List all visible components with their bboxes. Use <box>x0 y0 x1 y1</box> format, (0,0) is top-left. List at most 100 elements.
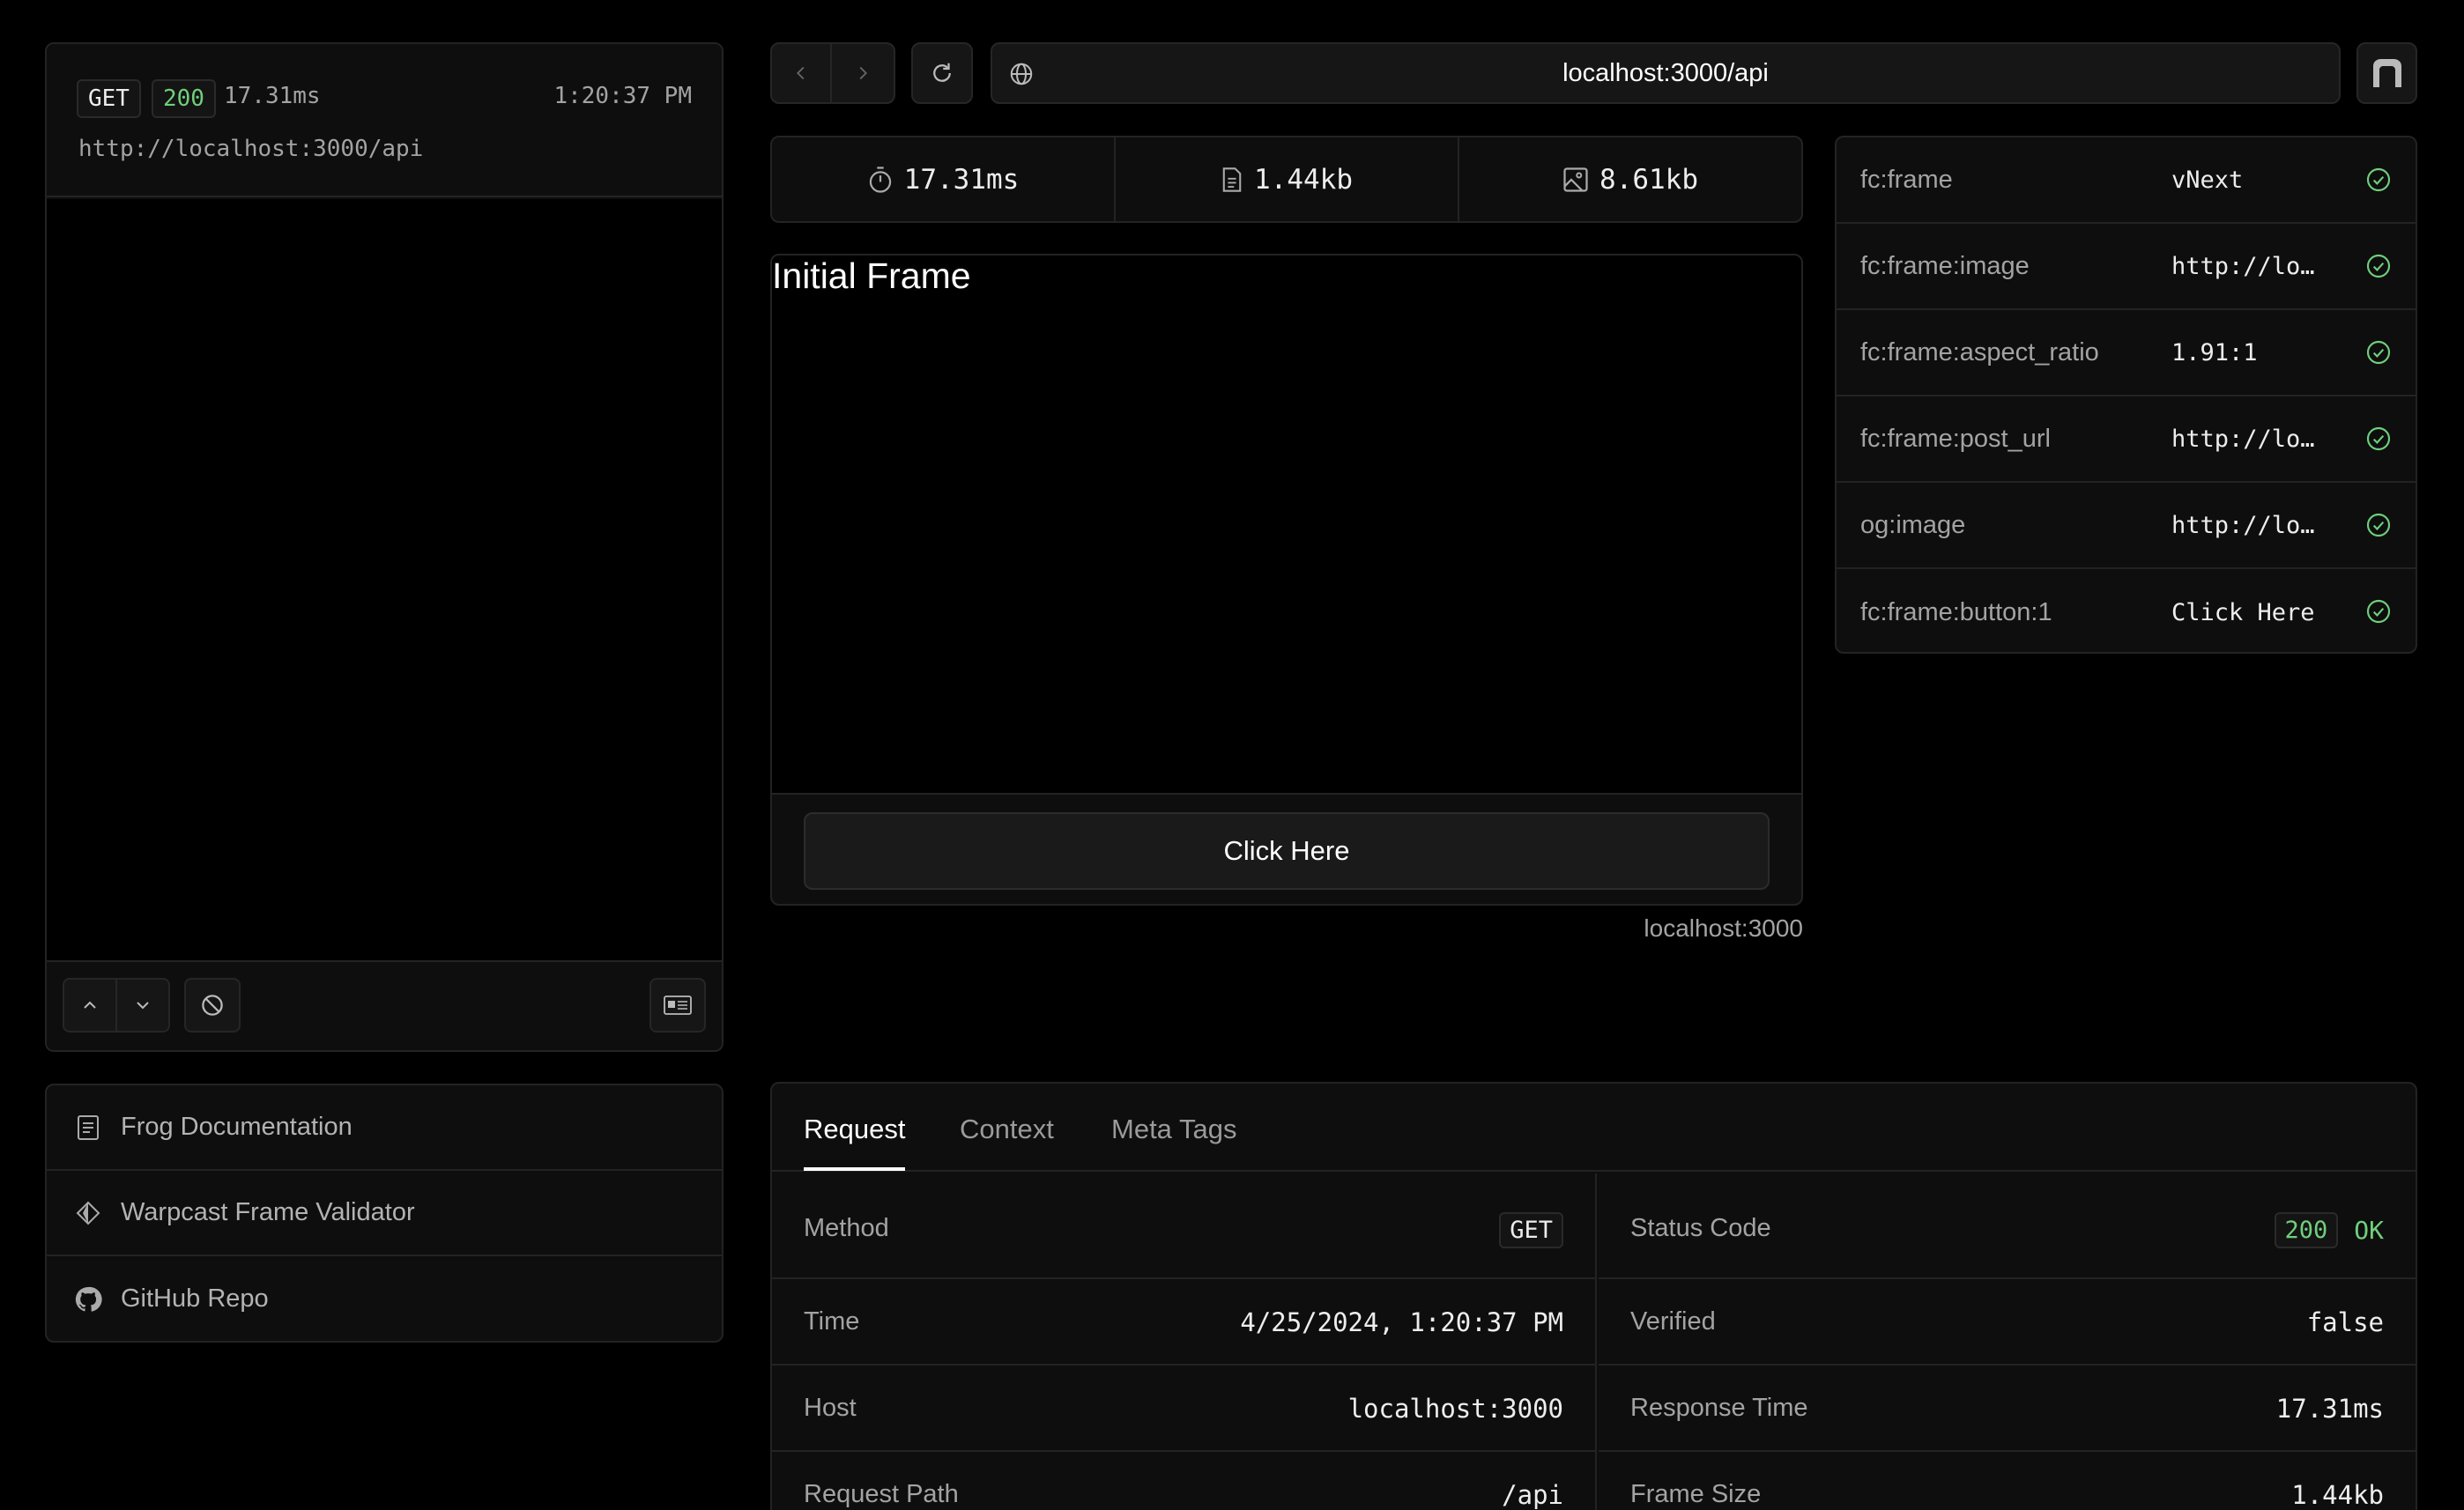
status-badge: 200 <box>152 79 216 118</box>
detail-row-method: Method GET <box>772 1173 1595 1279</box>
details-tab-bar: Request Context Meta Tags <box>772 1084 2416 1172</box>
globe-icon <box>1010 63 1033 85</box>
meta-tags-panel: fc:frame vNext fc:frame:image http://lo…… <box>1835 136 2417 654</box>
detail-label: Status Code <box>1630 1214 1771 1242</box>
frame-image-title: Initial Frame <box>772 255 971 296</box>
tab-meta-tags[interactable]: Meta Tags <box>1111 1114 1236 1145</box>
link-label: GitHub Repo <box>121 1284 269 1313</box>
log-entry[interactable]: GET 200 17.31ms 1:20:37 PM http://localh… <box>47 44 722 197</box>
timestamp-text: 1:20:37 PM <box>553 83 692 109</box>
meta-tag-row: fc:frame vNext <box>1837 137 2416 224</box>
detail-label: Verified <box>1630 1307 1716 1336</box>
image-icon <box>1563 167 1588 192</box>
meta-tag-key: fc:frame:button:1 <box>1860 597 2052 626</box>
tab-request[interactable]: Request <box>804 1114 906 1171</box>
stopwatch-icon <box>869 166 891 193</box>
status-text: OK <box>2354 1216 2384 1245</box>
frame-preview: Initial Frame Click Here <box>770 254 1803 906</box>
toggle-console-button[interactable] <box>649 978 706 1033</box>
response-time-stat: 17.31ms <box>772 137 1116 221</box>
meta-tag-key: fc:frame:image <box>1860 251 2030 280</box>
meta-tag-value: http://lo… <box>2171 511 2315 539</box>
warpcast-icon <box>73 1198 103 1228</box>
clear-logs-button[interactable] <box>184 978 241 1033</box>
meta-tag-value: 1.91:1 <box>2171 338 2258 366</box>
previous-log-button[interactable] <box>63 978 117 1033</box>
check-circle-icon <box>2366 340 2391 365</box>
link-warpcast-validator[interactable]: Warpcast Frame Validator <box>47 1171 722 1256</box>
link-frog-documentation[interactable]: Frog Documentation <box>47 1085 722 1171</box>
meta-tag-row: fc:frame:aspect_ratio 1.91:1 <box>1837 310 2416 396</box>
document-icon <box>73 1113 103 1143</box>
html-size-stat: 1.44kb <box>1116 137 1459 221</box>
meta-tag-key: fc:frame:aspect_ratio <box>1860 337 2099 366</box>
detail-value: 4/25/2024, 1:20:37 PM <box>1240 1307 1563 1337</box>
chevron-left-icon <box>797 66 805 80</box>
method-badge: GET <box>1499 1212 1563 1248</box>
refresh-icon <box>933 63 951 82</box>
check-circle-icon <box>2366 167 2391 192</box>
meta-tag-value: Click Here <box>2171 598 2315 626</box>
meta-tag-row: fc:frame:image http://lo… <box>1837 224 2416 310</box>
link-label: Warpcast Frame Validator <box>121 1198 415 1226</box>
detail-label: Host <box>804 1394 857 1422</box>
method-badge: GET <box>77 79 141 118</box>
detail-value: /api <box>1502 1480 1563 1510</box>
duration-text: 17.31ms <box>224 83 321 109</box>
detail-value: 17.31ms <box>2275 1394 2384 1424</box>
detail-label: Method <box>804 1214 889 1242</box>
address-bar[interactable]: localhost:3000/api <box>991 42 2341 104</box>
github-icon <box>73 1284 103 1314</box>
frame-image: Initial Frame <box>772 255 1801 795</box>
chevron-right-icon <box>859 66 867 80</box>
detail-row-request-path: Request Path /api <box>772 1452 1595 1510</box>
status-badge: 200 <box>2274 1212 2339 1248</box>
request-details-left: Method GET Time 4/25/2024, 1:20:37 PM Ho… <box>772 1173 1597 1510</box>
meta-tag-row: fc:frame:post_url http://lo… <box>1837 396 2416 483</box>
clear-icon <box>202 995 223 1016</box>
address-url: localhost:3000/api <box>1562 58 1769 87</box>
frame-host: localhost:3000 <box>1644 914 1803 942</box>
link-label: Frog Documentation <box>121 1113 353 1141</box>
link-github-repo[interactable]: GitHub Repo <box>47 1256 722 1341</box>
detail-row-host: Host localhost:3000 <box>772 1366 1595 1452</box>
meta-tag-value: http://lo… <box>2171 252 2315 280</box>
request-url: http://localhost:3000/api <box>78 136 424 162</box>
frog-logo-button[interactable] <box>2356 42 2417 104</box>
back-button[interactable] <box>770 42 832 104</box>
check-circle-icon <box>2366 513 2391 537</box>
forward-button[interactable] <box>830 42 895 104</box>
check-circle-icon <box>2366 254 2391 278</box>
chevron-down-icon <box>137 1002 149 1010</box>
detail-label: Frame Size <box>1630 1480 1762 1508</box>
meta-tag-key: fc:frame <box>1860 165 1953 194</box>
meta-tag-key: fc:frame:post_url <box>1860 424 2051 453</box>
meta-tag-value: vNext <box>2171 166 2244 194</box>
chevron-up-icon <box>84 1001 96 1009</box>
image-size-stat: 8.61kb <box>1459 137 1801 221</box>
status-value: 200 OK <box>2274 1212 2384 1248</box>
frame-stats-bar: 17.31ms 1.44kb 8.61kb <box>770 136 1803 223</box>
reload-button[interactable] <box>911 42 973 104</box>
request-log-panel: GET 200 17.31ms 1:20:37 PM http://localh… <box>45 42 724 1052</box>
request-details-right: Status Code 200 OK Verified false Respon… <box>1599 1173 2416 1510</box>
log-toolbar <box>47 960 722 1050</box>
meta-tag-row: og:image http://lo… <box>1837 483 2416 569</box>
detail-row-status-code: Status Code 200 OK <box>1599 1173 2416 1279</box>
detail-value: localhost:3000 <box>1347 1394 1563 1424</box>
detail-label: Time <box>804 1307 860 1336</box>
next-log-button[interactable] <box>115 978 170 1033</box>
frame-action-button[interactable]: Click Here <box>804 812 1770 890</box>
resource-links-panel: Frog Documentation Warpcast Frame Valida… <box>45 1084 724 1343</box>
detail-row-response-time: Response Time 17.31ms <box>1599 1366 2416 1452</box>
console-icon <box>664 996 692 1015</box>
check-circle-icon <box>2366 426 2391 451</box>
detail-label: Request Path <box>804 1480 959 1508</box>
check-circle-icon <box>2366 599 2391 624</box>
log-list-area <box>47 199 722 960</box>
detail-label: Response Time <box>1630 1394 1808 1422</box>
detail-value: false <box>2306 1307 2384 1337</box>
meta-tag-value: http://lo… <box>2171 425 2315 453</box>
tab-context[interactable]: Context <box>960 1114 1054 1145</box>
meta-tag-row: fc:frame:button:1 Click Here <box>1837 569 2416 652</box>
